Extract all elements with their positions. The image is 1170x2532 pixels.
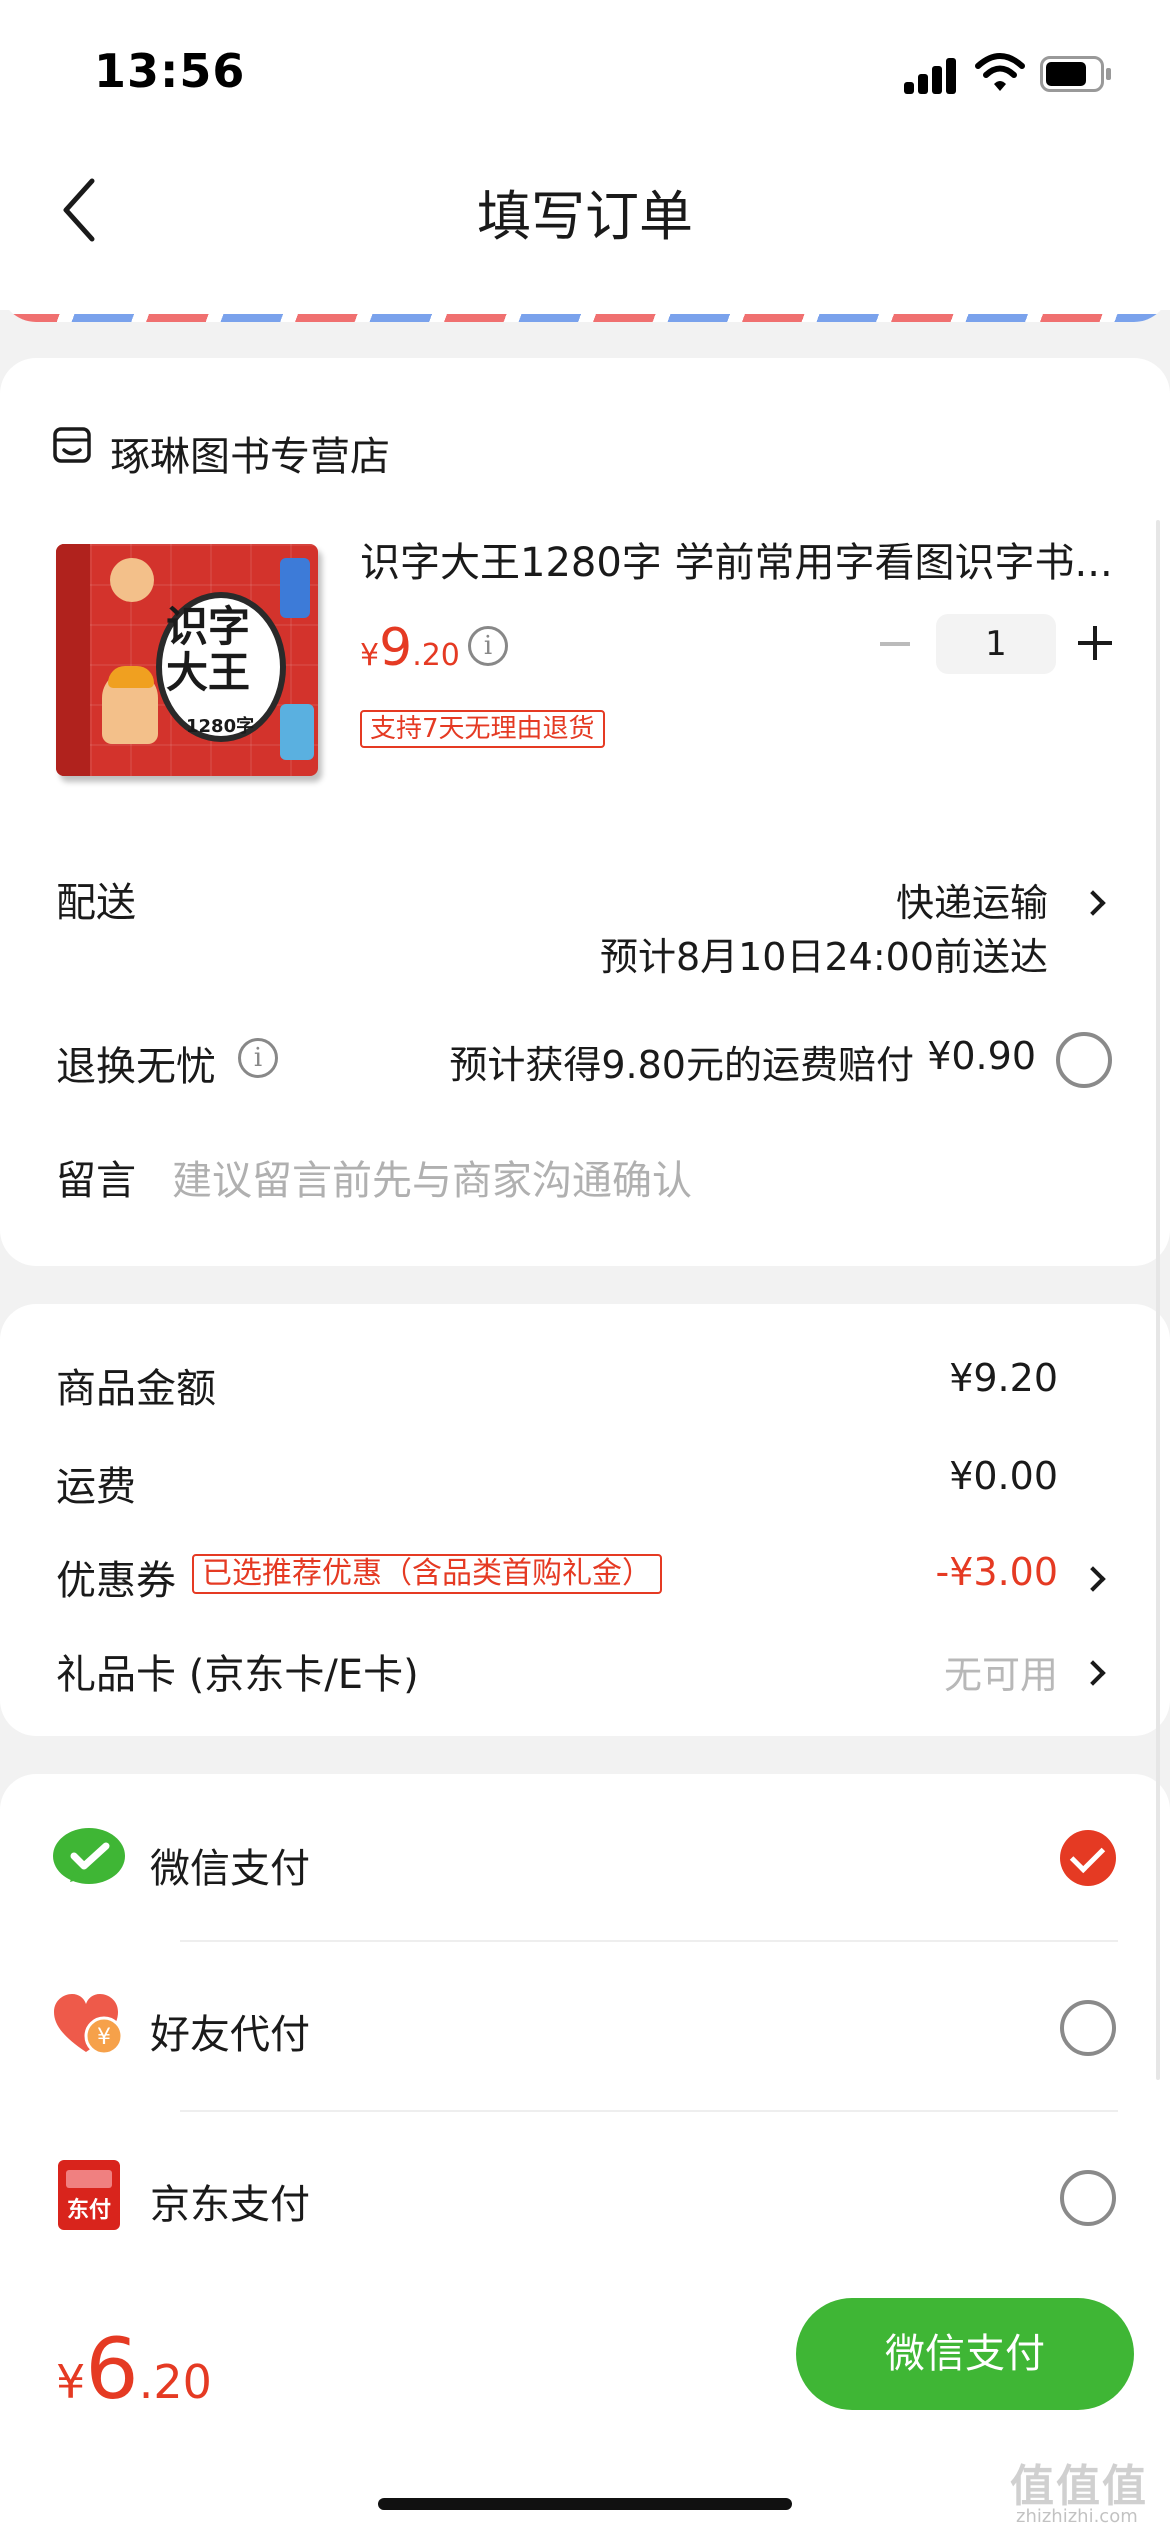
quantity-decrease-button[interactable] [880,642,910,646]
home-indicator[interactable] [378,2498,792,2510]
return-insurance-radio[interactable] [1056,1032,1112,1088]
cover-subtitle: 1280字 [186,716,255,737]
friend-pay-icon: ¥ [54,1994,124,2056]
shipping-label: 运费 [56,1464,136,1510]
delivery-chevron-icon[interactable] [1080,890,1106,916]
goods-amount-label: 商品金额 [56,1366,216,1412]
airmail-border [0,314,1170,322]
cellular-signal-icon [904,58,958,94]
svg-text:¥: ¥ [97,2025,111,2050]
bottom-bar: ¥6.20 微信支付 值值值 zhizhizhi.com [0,2280,1170,2532]
product-title[interactable]: 识字大王1280字 学前常用字看图识字书... [360,530,1120,588]
coupon-chevron-icon[interactable] [1080,1566,1106,1592]
status-bar: 13:56 [0,0,1170,140]
address-card-edge[interactable] [0,250,1170,322]
product-image[interactable]: 识字大王 1280字 [56,544,318,776]
payment-methods-card: 微信支付 ¥ 好友代付 东付 京东支付 [0,1774,1170,2294]
coupon-label: 优惠券 [56,1558,176,1604]
cover-title: 识字大王 [166,602,251,697]
quantity-value[interactable]: 1 [936,614,1056,674]
jd-pay-icon: 东付 [58,2160,120,2230]
return-insurance-label: 退换无忧 [56,1044,216,1090]
submit-pay-button[interactable]: 微信支付 [796,2298,1134,2410]
watermark-logo: 值值值 [1010,2461,1148,2512]
page-title: 填写订单 [477,185,693,248]
giftcard-chevron-icon[interactable] [1080,1660,1106,1686]
payment-option-radio-selected[interactable] [1060,1830,1116,1886]
status-time: 13:56 [94,44,246,98]
scrollbar[interactable] [1156,520,1160,2080]
battery-icon [1040,56,1111,92]
price-info-icon[interactable]: i [468,626,508,666]
delivery-method[interactable]: 快递运输 [896,872,1048,927]
coupon-tag[interactable]: 已选推荐优惠（含品类首购礼金） [192,1554,662,1594]
message-input[interactable]: 建议留言前先与商家沟通确认 [172,1148,692,1206]
divider [180,2110,1118,2112]
wechat-pay-icon [53,1828,125,1884]
wifi-icon [975,53,1025,91]
price-summary-card: 商品金额 ¥9.20 运费 ¥0.00 优惠券 已选推荐优惠（含品类首购礼金） … [0,1304,1170,1736]
delivery-label: 配送 [56,880,136,926]
store-icon [53,427,91,463]
payment-option-radio[interactable] [1060,2000,1116,2056]
return-policy-tag: 支持7天无理由退货 [360,710,605,748]
store-name[interactable]: 琢琳图书专营店 [110,424,390,482]
return-insurance-price: ¥0.90 [927,1034,1036,1078]
payment-option-label[interactable]: 京东支付 [150,2172,310,2230]
shipping-value: ¥0.00 [949,1454,1058,1498]
delivery-eta: 预计8月10日24:00前送达 [599,935,1048,979]
giftcard-label: 礼品卡 (京东卡/E卡) [56,1652,419,1698]
giftcard-value[interactable]: 无可用 [944,1644,1058,1699]
divider [180,1940,1118,1942]
quantity-increase-button[interactable] [1078,626,1112,660]
message-label: 留言 [56,1158,136,1204]
product-price: ¥9.20 [360,618,460,678]
watermark-url: zhizhizhi.com [1016,2506,1138,2527]
total-amount: ¥6.20 [56,2320,212,2418]
coupon-value[interactable]: -¥3.00 [936,1550,1059,1594]
store-card: 琢琳图书专营店 识字大王 1280字 识字大王1280字 学前常用字看图识字书.… [0,358,1170,1266]
payment-option-label[interactable]: 微信支付 [150,1836,310,1894]
payment-option-label[interactable]: 好友代付 [150,2002,310,2060]
payment-option-radio[interactable] [1060,2170,1116,2226]
goods-amount-value: ¥9.20 [949,1356,1058,1400]
return-insurance-info-icon[interactable]: i [238,1038,278,1078]
return-insurance-desc: 预计获得9.80元的运费赔付 [449,1043,914,1087]
